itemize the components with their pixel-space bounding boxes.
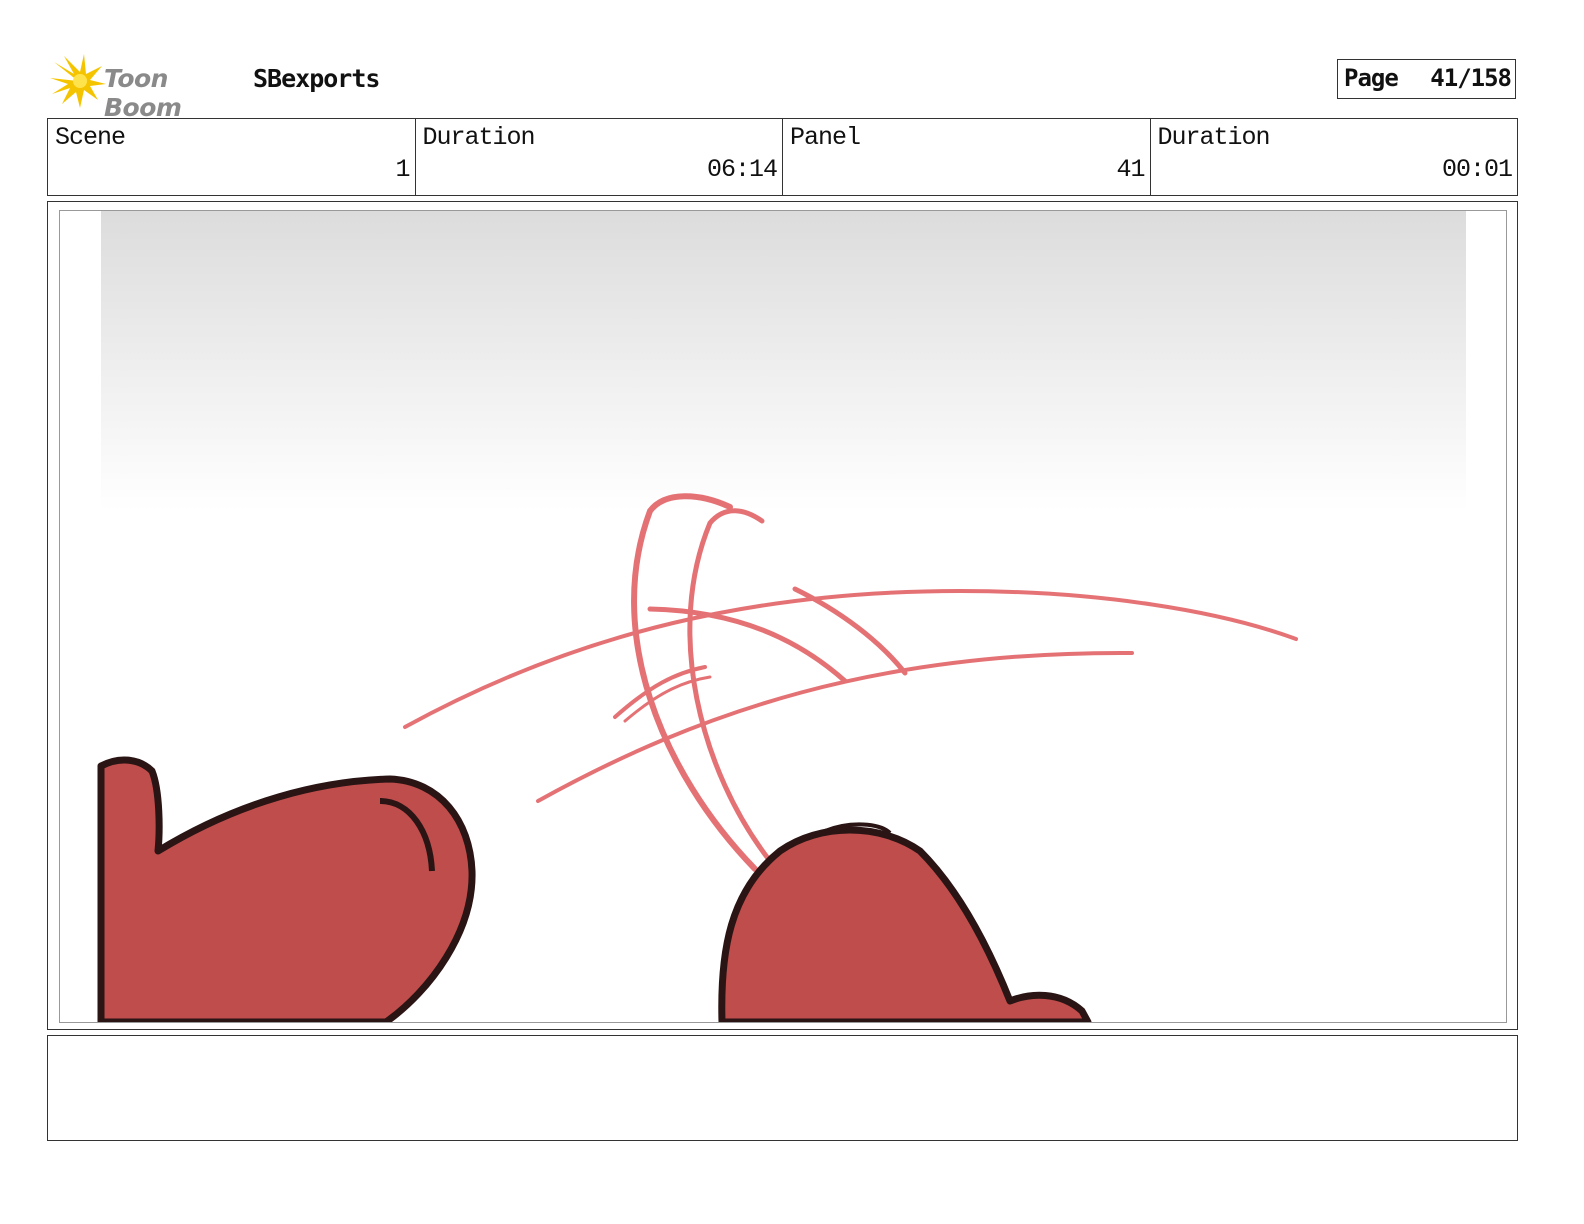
notes-box — [47, 1035, 1518, 1141]
toon-boom-star-icon — [50, 54, 106, 108]
panel-duration-value: 00:01 — [1441, 155, 1513, 184]
panel-label: Panel — [790, 123, 861, 152]
storyboard-panel-image — [59, 210, 1507, 1023]
page-number: 41/158 — [1430, 64, 1512, 92]
panel-info-table: Scene 1 Duration 06:14 Panel 41 Duration… — [47, 118, 1518, 196]
scene-duration-cell: Duration 06:14 — [416, 119, 783, 195]
logo-text: Toon Boom — [104, 64, 182, 122]
scene-duration-value: 06:14 — [706, 155, 778, 184]
panel-duration-cell: Duration 00:01 — [1151, 119, 1518, 195]
scene-label: Scene — [55, 123, 126, 152]
page-indicator: Page 41/158 — [1337, 59, 1516, 99]
scene-cell: Scene 1 — [48, 119, 416, 195]
scene-value: 1 — [395, 155, 410, 184]
page-label: Page — [1344, 64, 1399, 92]
toon-boom-logo: Toon Boom — [50, 54, 250, 122]
storyboard-panel-frame — [47, 201, 1518, 1030]
panel-drawing — [60, 211, 1506, 1022]
project-title: SBexports — [253, 64, 380, 93]
scene-duration-label: Duration — [422, 123, 536, 152]
panel-value: 41 — [1116, 155, 1145, 184]
sky-gradient — [101, 211, 1466, 511]
panel-duration-label: Duration — [1157, 123, 1271, 152]
panel-cell: Panel 41 — [783, 119, 1151, 195]
character-left-shape — [97, 756, 476, 1022]
